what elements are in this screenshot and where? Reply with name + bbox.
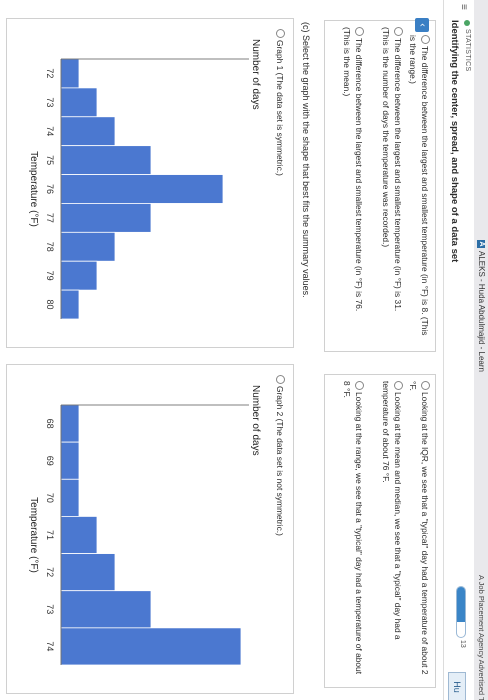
typical-options-panel: Looking at the IQR, we see that a "typic… xyxy=(324,374,436,688)
x-tick-label: 68 xyxy=(45,419,55,429)
x-tick-label: 72 xyxy=(45,567,55,577)
x-tick-label: 79 xyxy=(45,271,55,281)
x-tick-label: 76 xyxy=(45,184,55,194)
option-typical-iqr[interactable]: Looking at the IQR, we see that a "typic… xyxy=(407,381,431,681)
help-button[interactable]: Hu xyxy=(448,672,466,700)
radio-button[interactable] xyxy=(421,381,430,390)
x-tick-label: 70 xyxy=(45,493,55,503)
x-tick-label: 77 xyxy=(45,213,55,223)
radio-button[interactable] xyxy=(355,381,364,390)
chevron-up-icon[interactable]: ‹ xyxy=(415,18,429,32)
x-tick-label: 80 xyxy=(45,300,55,310)
browser-tab2-title: A Job Placement Agency Advertised That xyxy=(477,575,486,700)
histogram-bar xyxy=(60,145,152,175)
option-text: The difference between the largest and s… xyxy=(342,27,364,312)
option-text: Looking at the IQR, we see that a "typic… xyxy=(408,381,430,675)
option-range-76[interactable]: The difference between the largest and s… xyxy=(341,27,365,327)
x-tick-label: 73 xyxy=(45,97,55,107)
radio-button[interactable] xyxy=(276,375,285,384)
option-range-8[interactable]: The difference between the largest and s… xyxy=(407,35,431,343)
status-dot-icon xyxy=(464,20,471,26)
progress-bar xyxy=(456,586,466,638)
radio-button[interactable] xyxy=(355,27,364,36)
x-tick-label: 69 xyxy=(45,456,55,466)
x-tick-label: 74 xyxy=(45,641,55,651)
browser-tab-aleks[interactable]: A ALEKS - Huda Abdulmajid - Learn xyxy=(477,240,486,372)
browser-tab-other[interactable]: A Job Placement Agency Advertised That xyxy=(477,572,486,700)
histogram-bar xyxy=(60,87,98,118)
x-tick-label: 78 xyxy=(45,242,55,252)
x-tick-label: 72 xyxy=(45,68,55,78)
menu-icon[interactable]: ≡ xyxy=(458,4,469,13)
histogram-bar xyxy=(60,404,80,443)
subject-text: STATISTICS xyxy=(464,29,471,72)
histogram-bar xyxy=(60,516,98,554)
option-text: The difference between the largest and s… xyxy=(408,35,430,336)
x-tick-label: 73 xyxy=(45,604,55,614)
part-c-prompt: (c) Select the graph with the shape that… xyxy=(301,22,311,298)
histogram-bar xyxy=(60,289,80,320)
histogram-bar xyxy=(60,260,98,291)
histogram-graph-1: Number of days 72 73 74 75 76 77 78 79 80 Temperat… xyxy=(28,39,261,320)
option-range-31[interactable]: The difference between the largest and s… xyxy=(380,27,404,327)
option-text: The difference between the largest and s… xyxy=(381,27,403,312)
question-content: ‹ The difference between the largest and… xyxy=(4,18,440,694)
range-options-panel: ‹ The difference between the largest and… xyxy=(324,18,436,352)
histogram-bar xyxy=(60,231,116,262)
histogram-bar xyxy=(60,203,152,233)
histogram-bar xyxy=(60,478,80,517)
option-text: Looking at the range, we see that a "typ… xyxy=(342,381,364,675)
histogram-bar xyxy=(60,627,242,666)
histogram-graph-2: Number of days 68 69 70 71 72 73 74 Temperature … xyxy=(28,385,261,666)
histogram-bar xyxy=(60,590,152,629)
radio-button[interactable] xyxy=(421,35,430,44)
subject-label: STATISTICS xyxy=(464,20,471,71)
histogram-bar xyxy=(60,174,224,204)
histogram-bar xyxy=(60,553,116,592)
option-text: Looking at the mean and median, we see t… xyxy=(381,381,403,640)
histogram-bar xyxy=(60,441,80,480)
graph-1-option[interactable]: Graph 1 (The data set is symmetric.) xyxy=(275,29,285,176)
lesson-header: ≡ STATISTICS Identifying the center, spr… xyxy=(443,0,474,700)
y-axis-label: Number of days xyxy=(250,39,261,110)
graph-1-card: Graph 1 (The data set is symmetric.) Num… xyxy=(6,18,294,348)
browser-tab-bar: A ALEKS - Huda Abdulmajid - Learn A Job … xyxy=(473,0,488,700)
progress-fill xyxy=(457,587,465,622)
x-tick-label: 75 xyxy=(45,155,55,165)
graph-2-card: Graph 2 (The data set is not symmetric.)… xyxy=(6,364,294,694)
browser-tab-title: ALEKS - Huda Abdulmajid - Learn xyxy=(477,251,486,372)
option-typical-range[interactable]: Looking at the range, we see that a "typ… xyxy=(341,381,365,681)
x-axis-label: Temperature (°F) xyxy=(28,497,39,573)
progress-count: 13 xyxy=(459,640,466,648)
graph-2-label: Graph 2 (The data set is not symmetric.) xyxy=(275,386,285,536)
x-axis-label: Temperature (°F) xyxy=(28,151,39,227)
radio-button[interactable] xyxy=(394,381,403,390)
graph-2-option[interactable]: Graph 2 (The data set is not symmetric.) xyxy=(275,375,285,536)
aleks-logo-icon: A xyxy=(477,240,486,248)
topic-title: Identifying the center, spread, and shap… xyxy=(449,20,460,263)
radio-button[interactable] xyxy=(394,27,403,36)
graph-1-label: Graph 1 (The data set is symmetric.) xyxy=(275,40,285,176)
histogram-bar xyxy=(60,116,116,147)
x-tick-label: 71 xyxy=(45,530,55,540)
screenshot-stage: A ALEKS - Huda Abdulmajid - Learn A Job … xyxy=(0,0,488,700)
histogram-bar xyxy=(60,58,80,89)
radio-button[interactable] xyxy=(276,29,285,38)
aleks-page: A ALEKS - Huda Abdulmajid - Learn A Job … xyxy=(0,0,488,700)
option-typical-mean-median[interactable]: Looking at the mean and median, we see t… xyxy=(380,381,404,681)
x-tick-label: 74 xyxy=(45,126,55,136)
y-axis-label: Number of days xyxy=(250,385,261,456)
